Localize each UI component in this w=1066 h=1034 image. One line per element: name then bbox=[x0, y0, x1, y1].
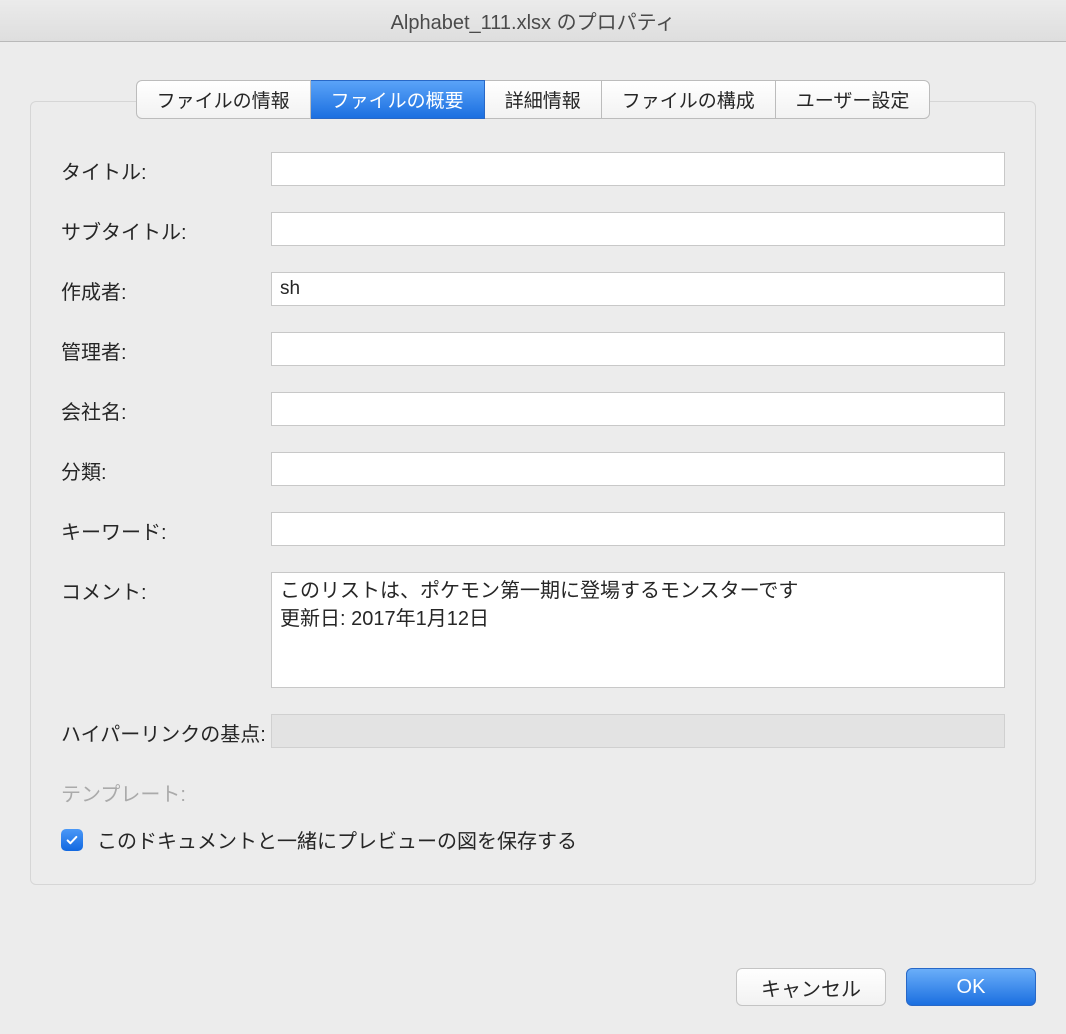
hyperlink-input bbox=[271, 714, 1005, 748]
title-label: タイトル: bbox=[61, 152, 271, 185]
cancel-button[interactable]: キャンセル bbox=[736, 968, 886, 1006]
subtitle-input[interactable] bbox=[271, 212, 1005, 246]
tab-file-structure[interactable]: ファイルの構成 bbox=[602, 80, 776, 119]
manager-input[interactable] bbox=[271, 332, 1005, 366]
category-label: 分類: bbox=[61, 452, 271, 485]
category-input[interactable] bbox=[271, 452, 1005, 486]
preview-checkbox[interactable] bbox=[61, 829, 83, 851]
button-bar: キャンセル OK bbox=[736, 968, 1036, 1006]
window-title-bar: Alphabet_111.xlsx のプロパティ bbox=[0, 0, 1066, 42]
keyword-label: キーワード: bbox=[61, 512, 271, 545]
keyword-input[interactable] bbox=[271, 512, 1005, 546]
hyperlink-label: ハイパーリンクの基点: bbox=[61, 714, 271, 747]
preview-checkbox-label: このドキュメントと一緒にプレビューの図を保存する bbox=[97, 825, 577, 854]
ok-button[interactable]: OK bbox=[906, 968, 1036, 1006]
tab-file-summary[interactable]: ファイルの概要 bbox=[311, 80, 485, 119]
comment-label: コメント: bbox=[61, 572, 271, 605]
company-input[interactable] bbox=[271, 392, 1005, 426]
check-icon bbox=[65, 833, 79, 847]
tab-details[interactable]: 詳細情報 bbox=[485, 80, 602, 119]
author-label: 作成者: bbox=[61, 272, 271, 305]
window-title: Alphabet_111.xlsx のプロパティ bbox=[391, 6, 676, 35]
subtitle-label: サブタイトル: bbox=[61, 212, 271, 245]
template-label: テンプレート: bbox=[61, 774, 271, 807]
comment-input[interactable] bbox=[271, 572, 1005, 688]
company-label: 会社名: bbox=[61, 392, 271, 425]
content-panel: タイトル: サブタイトル: 作成者: 管理者: 会社名: 分類: キーワード: bbox=[30, 101, 1036, 885]
manager-label: 管理者: bbox=[61, 332, 271, 365]
tab-file-info[interactable]: ファイルの情報 bbox=[136, 80, 311, 119]
tab-user-settings[interactable]: ユーザー設定 bbox=[776, 80, 931, 119]
author-input[interactable] bbox=[271, 272, 1005, 306]
title-input[interactable] bbox=[271, 152, 1005, 186]
tabs-row: ファイルの情報 ファイルの概要 詳細情報 ファイルの構成 ユーザー設定 bbox=[30, 80, 1036, 119]
